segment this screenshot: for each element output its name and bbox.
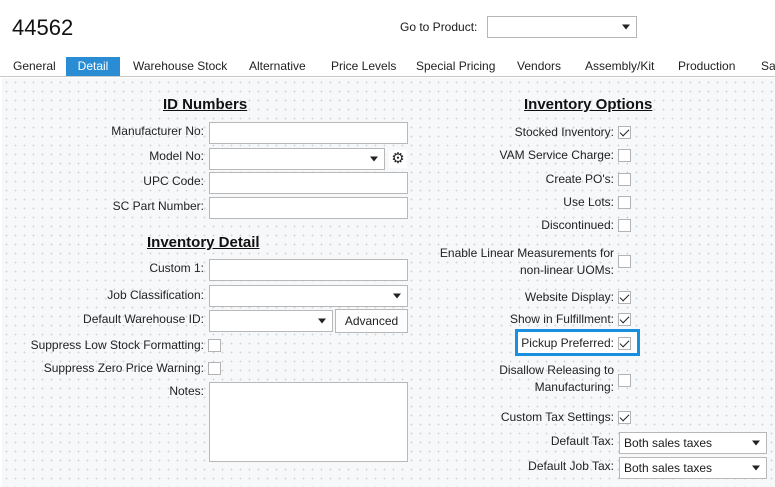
- custom1-input[interactable]: [209, 259, 408, 281]
- use-lots-label: Use Lots:: [563, 195, 614, 209]
- default-warehouse-label: Default Warehouse ID:: [83, 312, 204, 326]
- chevron-down-icon: [370, 156, 378, 162]
- discontinued-label: Discontinued:: [541, 218, 614, 232]
- website-display-label: Website Display:: [524, 290, 614, 304]
- page-title: 44562: [12, 15, 74, 40]
- discontinued-checkbox[interactable]: [618, 219, 631, 232]
- use-lots-checkbox[interactable]: [618, 196, 631, 209]
- manufacturer-no-label: Manufacturer No:: [111, 124, 204, 138]
- default-job-tax-value: Both sales taxes: [624, 461, 713, 475]
- disallow-releasing-checkbox[interactable]: [618, 374, 631, 387]
- tab-warehouse-stock[interactable]: Warehouse Stock: [127, 57, 233, 76]
- sc-part-number-label: SC Part Number:: [112, 199, 204, 213]
- id-numbers-title: ID Numbers: [163, 96, 248, 113]
- upc-code-label: UPC Code:: [143, 174, 204, 188]
- header: 44562 Go to Product:: [0, 0, 775, 57]
- show-in-fulfillment-checkbox[interactable]: [618, 313, 631, 326]
- chevron-down-icon: [752, 465, 760, 471]
- tab-alternative[interactable]: Alternative: [243, 57, 312, 76]
- chevron-down-icon: [622, 24, 630, 30]
- stocked-inventory-label: Stocked Inventory:: [514, 125, 614, 139]
- suppress-low-stock-checkbox[interactable]: [208, 339, 221, 352]
- suppress-zero-price-checkbox[interactable]: [208, 362, 221, 375]
- enable-linear-checkbox[interactable]: [618, 255, 631, 268]
- suppress-zero-price-label: Suppress Zero Price Warning:: [43, 361, 204, 375]
- model-no-label: Model No:: [149, 149, 204, 163]
- custom-tax-settings-label: Custom Tax Settings:: [500, 410, 614, 424]
- job-classification-label: Job Classification:: [107, 288, 204, 302]
- manufacturer-no-input[interactable]: [209, 122, 408, 144]
- pickup-preferred-label: Pickup Preferred:: [521, 336, 614, 350]
- website-display-checkbox[interactable]: [618, 291, 631, 304]
- goto-product-label: Go to Product:: [400, 20, 478, 34]
- model-no-select[interactable]: [209, 148, 385, 170]
- stocked-inventory-checkbox[interactable]: [618, 126, 631, 139]
- suppress-low-stock-label: Suppress Low Stock Formatting:: [30, 338, 204, 352]
- create-pos-label: Create PO's:: [545, 172, 614, 186]
- tab-assembly-kit[interactable]: Assembly/Kit: [579, 57, 660, 76]
- default-job-tax-label: Default Job Tax:: [528, 459, 614, 473]
- inventory-detail-title: Inventory Detail: [147, 234, 260, 251]
- show-in-fulfillment-label: Show in Fulfillment:: [509, 312, 614, 326]
- enable-linear-label: Enable Linear Measurements for non-linea…: [439, 246, 614, 277]
- tab-detail[interactable]: Detail: [66, 57, 120, 76]
- default-warehouse-select[interactable]: [209, 310, 333, 332]
- pickup-preferred-checkbox[interactable]: [618, 337, 631, 350]
- advanced-button[interactable]: Advanced: [335, 309, 408, 333]
- vam-service-charge-checkbox[interactable]: [618, 149, 631, 162]
- tab-production[interactable]: Production: [672, 57, 741, 76]
- custom1-label: Custom 1:: [149, 261, 204, 275]
- custom-tax-settings-checkbox[interactable]: [618, 411, 631, 424]
- tab-vendors[interactable]: Vendors: [511, 57, 567, 76]
- chevron-down-icon: [393, 293, 401, 299]
- vam-service-charge-label: VAM Service Charge:: [499, 148, 615, 162]
- default-job-tax-select[interactable]: Both sales taxes: [619, 457, 767, 479]
- tab-special-pricing[interactable]: Special Pricing: [410, 57, 501, 76]
- sc-part-number-input[interactable]: [209, 197, 408, 219]
- upc-code-input[interactable]: [209, 172, 408, 194]
- goto-product-select[interactable]: [487, 16, 637, 38]
- default-tax-select[interactable]: Both sales taxes: [619, 432, 767, 454]
- notes-label: Notes:: [169, 384, 204, 398]
- chevron-down-icon: [318, 318, 326, 324]
- create-pos-checkbox[interactable]: [618, 173, 631, 186]
- notes-textarea[interactable]: [209, 382, 408, 462]
- tab-price-levels[interactable]: Price Levels: [325, 57, 402, 76]
- tab-bar: General Detail Warehouse Stock Alternati…: [0, 57, 775, 77]
- job-classification-select[interactable]: [209, 285, 408, 307]
- default-tax-value: Both sales taxes: [624, 436, 713, 450]
- tab-sales[interactable]: Sal: [755, 57, 775, 76]
- chevron-down-icon: [752, 440, 760, 446]
- disallow-releasing-label: Disallow Releasing to Manufacturing:: [499, 363, 614, 394]
- inventory-options-title: Inventory Options: [524, 96, 653, 113]
- default-tax-label: Default Tax:: [550, 434, 614, 448]
- tab-general[interactable]: General: [7, 57, 62, 76]
- gear-icon[interactable]: ⚙: [389, 150, 407, 168]
